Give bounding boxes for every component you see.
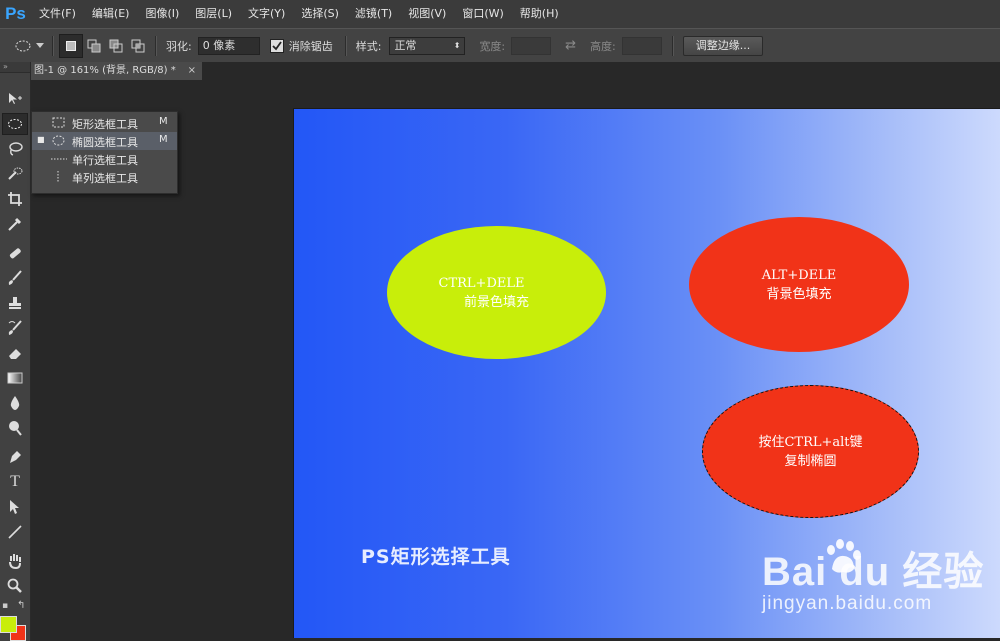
document-tab[interactable]: 图-1 @ 161% (背景, RGB/8) * × xyxy=(30,62,202,80)
ellipse-marquee-icon xyxy=(52,135,65,146)
height-input[interactable] xyxy=(621,36,662,55)
swap-dimensions-icon[interactable]: ⇄ xyxy=(565,38,576,53)
add-to-selection-icon[interactable] xyxy=(83,35,105,57)
ellipse-tool-preset-icon[interactable] xyxy=(12,35,34,57)
toolbox-collapse-icon[interactable]: » xyxy=(0,62,30,73)
menu-edit[interactable]: 编辑(E) xyxy=(84,0,138,28)
menu-layer[interactable]: 图层(L) xyxy=(187,0,240,28)
default-colors-icon[interactable]: ▪ xyxy=(2,601,8,611)
type-tool-icon[interactable]: T xyxy=(2,471,28,493)
lasso-tool-icon[interactable] xyxy=(2,138,28,160)
menu-bar: Ps 文件(F) 编辑(E) 图像(I) 图层(L) 文字(Y) 选择(S) 滤… xyxy=(0,0,1000,28)
antialias-label: 消除锯齿 xyxy=(288,39,333,53)
ellipse-text-line1: ALT+DELE xyxy=(761,267,837,283)
hand-tool-icon[interactable] xyxy=(2,550,28,572)
canvas-title: PS矩形选择工具 xyxy=(361,546,511,568)
width-input[interactable] xyxy=(511,36,552,55)
flyout-label: 单列选框工具 xyxy=(72,172,138,185)
quick-selection-tool-icon[interactable] xyxy=(2,163,28,185)
select-arrows-icon: ⬍ xyxy=(453,40,461,50)
feather-label: 羽化: xyxy=(166,39,192,53)
blur-tool-icon[interactable] xyxy=(2,392,28,414)
refine-edge-button[interactable]: 调整边缘... xyxy=(682,35,764,56)
flyout-shortcut: M xyxy=(159,116,168,127)
marquee-tool-flyout: 矩形选框工具 M ■ 椭圆选框工具 M 单行选框工具 单列选框工具 xyxy=(31,111,178,194)
menu-window[interactable]: 窗口(W) xyxy=(454,0,511,28)
baidu-watermark: Bai du 经验 jingyan.baidu.com xyxy=(762,539,984,615)
yellow-ellipse: CTRL+DELE 前景色填充 xyxy=(387,226,606,359)
preset-dropdown-icon[interactable] xyxy=(34,35,46,57)
flyout-shortcut: M xyxy=(159,134,168,145)
ellipse-text-line2: 复制椭圆 xyxy=(784,453,837,469)
healing-brush-tool-icon[interactable] xyxy=(2,242,28,264)
document-tab-title: 图-1 @ 161% (背景, RGB/8) * xyxy=(34,65,176,76)
menu-image[interactable]: 图像(I) xyxy=(137,0,187,28)
divider xyxy=(671,35,673,56)
new-selection-icon[interactable] xyxy=(59,33,83,58)
dodge-tool-icon[interactable] xyxy=(2,417,28,439)
ellipse-text-line2: 前景色填充 xyxy=(463,294,529,310)
brush-tool-icon[interactable] xyxy=(2,267,28,289)
foreground-color-swatch[interactable] xyxy=(0,616,17,633)
menu-type[interactable]: 文字(Y) xyxy=(240,0,293,28)
ellipse-text-line1: 按住CTRL+alt键 xyxy=(758,434,863,450)
style-value: 正常 xyxy=(394,38,417,52)
flyout-item-single-row-marquee[interactable]: 单行选框工具 xyxy=(32,150,177,168)
photoshop-logo: Ps xyxy=(5,4,26,23)
document-canvas[interactable]: CTRL+DELE 前景色填充 ALT+DELE 背景色填充 按住CTRL+al… xyxy=(293,108,1000,638)
antialias-checkbox[interactable] xyxy=(269,38,284,53)
flyout-item-ellipse-marquee[interactable]: ■ 椭圆选框工具 M xyxy=(32,132,177,150)
eyedropper-tool-icon[interactable] xyxy=(2,213,28,235)
divider xyxy=(344,35,346,56)
toolbox: » T ▪ ↰ xyxy=(0,62,31,641)
selected-red-ellipse: 按住CTRL+alt键 复制椭圆 xyxy=(702,385,919,518)
flyout-label: 矩形选框工具 xyxy=(72,118,138,131)
style-select[interactable]: 正常 ⬍ xyxy=(389,36,466,55)
red-ellipse: ALT+DELE 背景色填充 xyxy=(689,217,909,352)
ellipse-marquee-tool-icon[interactable] xyxy=(2,113,28,135)
pen-tool-icon[interactable] xyxy=(2,446,28,468)
eraser-tool-icon[interactable] xyxy=(2,342,28,364)
flyout-item-single-column-marquee[interactable]: 单列选框工具 xyxy=(32,168,177,186)
intersect-selection-icon[interactable] xyxy=(127,35,149,57)
flyout-label: 椭圆选框工具 xyxy=(72,136,138,149)
height-label: 高度: xyxy=(590,39,616,53)
single-column-marquee-icon xyxy=(57,171,59,182)
rect-marquee-icon xyxy=(52,117,65,128)
flyout-label: 单行选框工具 xyxy=(72,154,138,167)
divider xyxy=(155,35,156,56)
watermark-brand: Bai du 经验 xyxy=(762,550,985,594)
options-bar: 羽化: 0 像素 消除锯齿 样式: 正常 ⬍ 宽度: ⇄ 高度: 调整边缘... xyxy=(0,28,1000,63)
move-tool-icon[interactable] xyxy=(2,88,28,110)
selected-bullet-icon: ■ xyxy=(37,135,45,144)
menu-select[interactable]: 选择(S) xyxy=(293,0,347,28)
swap-colors-icon[interactable]: ↰ xyxy=(17,600,25,611)
path-selection-tool-icon[interactable] xyxy=(2,496,28,518)
ellipse-text-line2: 背景色填充 xyxy=(766,286,832,302)
line-tool-icon[interactable] xyxy=(2,521,28,543)
divider xyxy=(52,35,53,56)
subtract-from-selection-icon[interactable] xyxy=(105,35,127,57)
document-tab-bar: 图-1 @ 161% (背景, RGB/8) * × xyxy=(0,62,1000,80)
menu-file[interactable]: 文件(F) xyxy=(31,0,84,28)
gradient-tool-icon[interactable] xyxy=(2,367,28,389)
menu-view[interactable]: 视图(V) xyxy=(400,0,454,28)
crop-tool-icon[interactable] xyxy=(2,188,28,210)
clone-stamp-tool-icon[interactable] xyxy=(2,292,28,314)
ellipse-text-line1: CTRL+DELE xyxy=(438,275,525,291)
flyout-item-rect-marquee[interactable]: 矩形选框工具 M xyxy=(32,114,177,132)
history-brush-tool-icon[interactable] xyxy=(2,317,28,339)
style-label: 样式: xyxy=(355,39,382,53)
zoom-tool-icon[interactable] xyxy=(2,575,28,597)
menu-filter[interactable]: 滤镜(T) xyxy=(347,0,400,28)
width-label: 宽度: xyxy=(479,39,506,53)
feather-input[interactable]: 0 像素 xyxy=(197,36,260,55)
single-row-marquee-icon xyxy=(51,158,67,160)
close-tab-icon[interactable]: × xyxy=(188,62,196,80)
menu-help[interactable]: 帮助(H) xyxy=(512,0,567,28)
